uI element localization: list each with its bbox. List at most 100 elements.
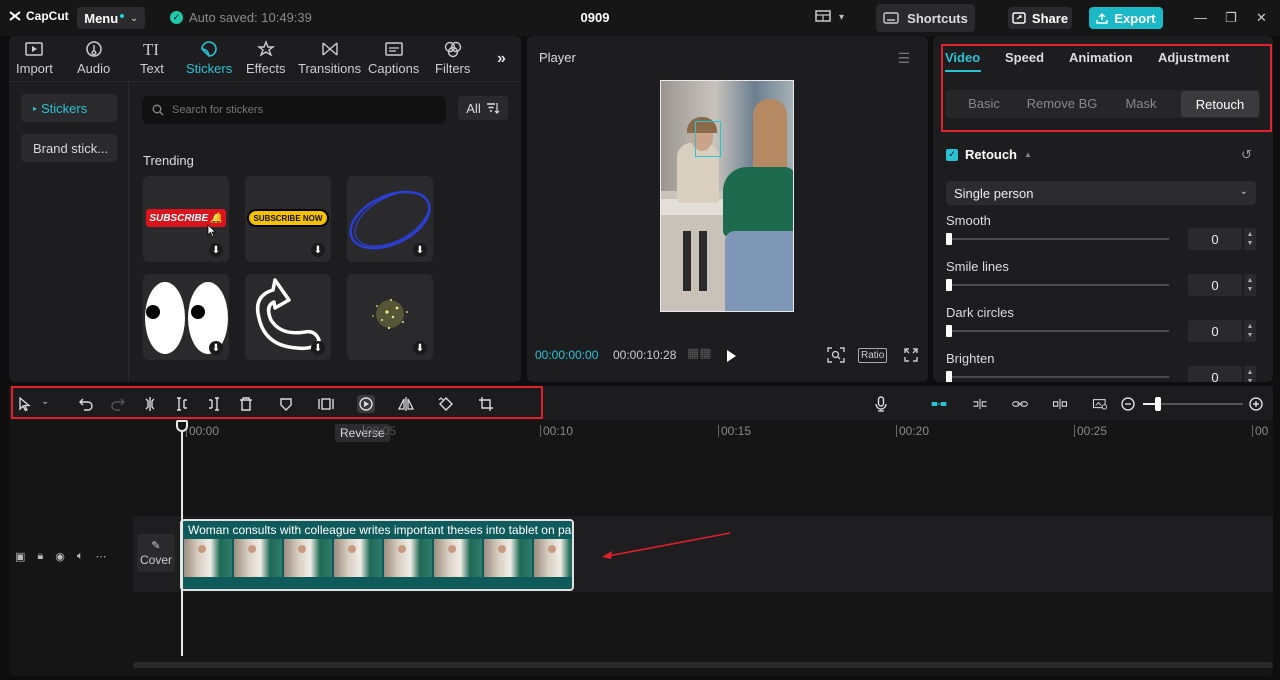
more-options-icon[interactable]: ⋯ <box>95 550 106 563</box>
smile-lines-stepper[interactable]: ▲ ▼ <box>1244 274 1256 296</box>
tab-animation[interactable]: Animation <box>1069 50 1133 65</box>
tab-import[interactable]: Import <box>16 40 53 76</box>
category-stickers[interactable]: ▸ Stickers <box>21 94 117 122</box>
tab-audio[interactable]: Audio <box>77 40 110 76</box>
mirror-button[interactable] <box>397 395 415 413</box>
ratio-button[interactable]: Ratio <box>858 348 888 363</box>
chevron-up-icon[interactable]: ▲ <box>1247 276 1254 285</box>
blue-circle-sticker[interactable]: ⬇ <box>347 176 433 262</box>
chevron-down-icon[interactable]: ▼ <box>1247 239 1254 248</box>
dark-circles-slider[interactable] <box>946 325 1169 337</box>
delete-left-button[interactable] <box>173 395 191 413</box>
download-icon[interactable]: ⬇ <box>209 341 223 355</box>
dark-circles-value[interactable]: 0 <box>1188 320 1242 342</box>
tab-effects[interactable]: Effects <box>246 40 286 76</box>
restore-icon[interactable]: ❐ <box>1225 10 1237 26</box>
chevron-down-icon[interactable]: ▼ <box>1247 377 1254 382</box>
video-clip[interactable]: Woman consults with colleague writes imp… <box>180 519 574 591</box>
tab-speed[interactable]: Speed <box>1005 50 1044 65</box>
cartoon-eyes-sticker[interactable]: ⬇ <box>143 274 229 360</box>
linkage-button[interactable] <box>1009 395 1031 413</box>
fullscreen-icon[interactable] <box>904 348 918 362</box>
slider-knob[interactable] <box>946 233 952 245</box>
subtab-remove-bg[interactable]: Remove BG <box>1022 90 1102 116</box>
slider-knob[interactable] <box>946 279 952 291</box>
search-input[interactable] <box>172 104 432 116</box>
layout-switcher[interactable]: ▾ <box>815 10 844 24</box>
checkbox-checked-icon[interactable]: ✓ <box>946 148 958 161</box>
brighten-value[interactable]: 0 <box>1188 366 1242 382</box>
subtab-basic[interactable]: Basic <box>946 90 1022 116</box>
slider-knob[interactable] <box>946 371 952 382</box>
download-icon[interactable]: ⬇ <box>311 341 325 355</box>
subscribe-now-sticker[interactable]: SUBSCRIBE NOW ⬇ <box>245 176 331 262</box>
download-icon[interactable]: ⬇ <box>209 243 223 257</box>
smooth-slider[interactable] <box>946 233 1169 245</box>
tab-transitions[interactable]: Transitions <box>298 40 361 76</box>
cover-button[interactable]: ✎ Cover <box>137 534 175 572</box>
shortcuts-button[interactable]: Shortcuts <box>876 4 975 32</box>
playhead-handle[interactable] <box>176 420 188 432</box>
freeze-button[interactable] <box>317 395 335 413</box>
select-tool-button[interactable] <box>16 395 34 413</box>
mark-button[interactable] <box>277 395 295 413</box>
delete-right-button[interactable] <box>205 395 223 413</box>
chevron-down-icon[interactable]: ▼ <box>1247 285 1254 294</box>
tab-video[interactable]: Video <box>945 50 980 65</box>
smile-lines-value[interactable]: 0 <box>1188 274 1242 296</box>
more-tabs-chevron-icon[interactable]: » <box>497 50 506 68</box>
split-button[interactable] <box>141 395 159 413</box>
chevron-down-icon[interactable]: ⌄ <box>41 396 49 407</box>
video-preview[interactable] <box>660 80 794 312</box>
subscribe-bell-sticker[interactable]: SUBSCRIBE 🔔 ⬇ <box>143 176 229 262</box>
main-track-magnet-button[interactable] <box>927 395 951 413</box>
tab-stickers[interactable]: Stickers <box>186 40 232 76</box>
brighten-slider[interactable] <box>946 371 1169 382</box>
time-ruler[interactable]: 00:00 00:05 00:10 00:15 00:20 00:25 00 <box>133 420 1273 440</box>
project-title[interactable]: 0909 <box>560 10 630 25</box>
slider-knob[interactable] <box>946 325 952 337</box>
smooth-value[interactable]: 0 <box>1188 228 1242 250</box>
undo-button[interactable] <box>77 395 95 413</box>
category-brand-stickers[interactable]: Brand stick... <box>21 134 117 162</box>
subtab-mask[interactable]: Mask <box>1102 90 1180 116</box>
lock-icon[interactable]: 🔒︎ <box>37 550 43 563</box>
rotate-button[interactable] <box>437 395 455 413</box>
redo-button[interactable] <box>109 395 127 413</box>
tab-filters[interactable]: Filters <box>435 40 470 76</box>
smooth-stepper[interactable]: ▲ ▼ <box>1244 228 1256 250</box>
auto-snap-button[interactable] <box>969 395 991 413</box>
timeline-scrollbar[interactable] <box>133 662 1273 668</box>
zoom-in-button[interactable] <box>1247 395 1265 413</box>
close-icon[interactable]: ✕ <box>1256 10 1267 26</box>
chevron-up-icon[interactable]: ▲ <box>1247 322 1254 331</box>
zoom-slider-knob[interactable] <box>1155 397 1161 411</box>
smile-lines-slider[interactable] <box>946 279 1169 291</box>
eye-icon[interactable]: ◉ <box>55 550 65 563</box>
person-mode-select[interactable]: Single person ⌄ <box>946 181 1256 205</box>
chevron-up-icon[interactable]: ▲ <box>1247 368 1254 377</box>
dark-circles-stepper[interactable]: ▲ ▼ <box>1244 320 1256 342</box>
zoom-out-button[interactable] <box>1119 395 1137 413</box>
chevron-down-icon[interactable]: ▼ <box>1247 331 1254 340</box>
chevron-up-icon[interactable]: ▲ <box>1247 230 1254 239</box>
download-icon[interactable]: ⬇ <box>413 243 427 257</box>
minimize-icon[interactable]: — <box>1194 10 1207 25</box>
filter-all-button[interactable]: All <box>458 96 508 120</box>
zoom-slider[interactable] <box>1143 397 1243 411</box>
player-menu-icon[interactable]: ☰ <box>897 50 910 67</box>
preview-axis-button[interactable] <box>1049 395 1071 413</box>
reset-icon[interactable]: ↺ <box>1241 147 1252 163</box>
tab-captions[interactable]: Captions <box>368 40 419 76</box>
playhead[interactable] <box>181 422 183 656</box>
speaker-icon[interactable]: 🔈︎ <box>77 550 84 563</box>
tab-text[interactable]: TI Text <box>140 40 164 76</box>
download-icon[interactable]: ⬇ <box>413 341 427 355</box>
download-icon[interactable]: ⬇ <box>311 243 325 257</box>
reverse-button[interactable] <box>357 395 375 413</box>
menu-button[interactable]: Menu ⌄ <box>77 7 145 29</box>
record-voiceover-button[interactable] <box>872 395 890 413</box>
play-icon[interactable] <box>725 349 737 363</box>
zoom-fit-icon[interactable] <box>827 347 845 363</box>
subtab-retouch[interactable]: Retouch <box>1181 91 1259 117</box>
